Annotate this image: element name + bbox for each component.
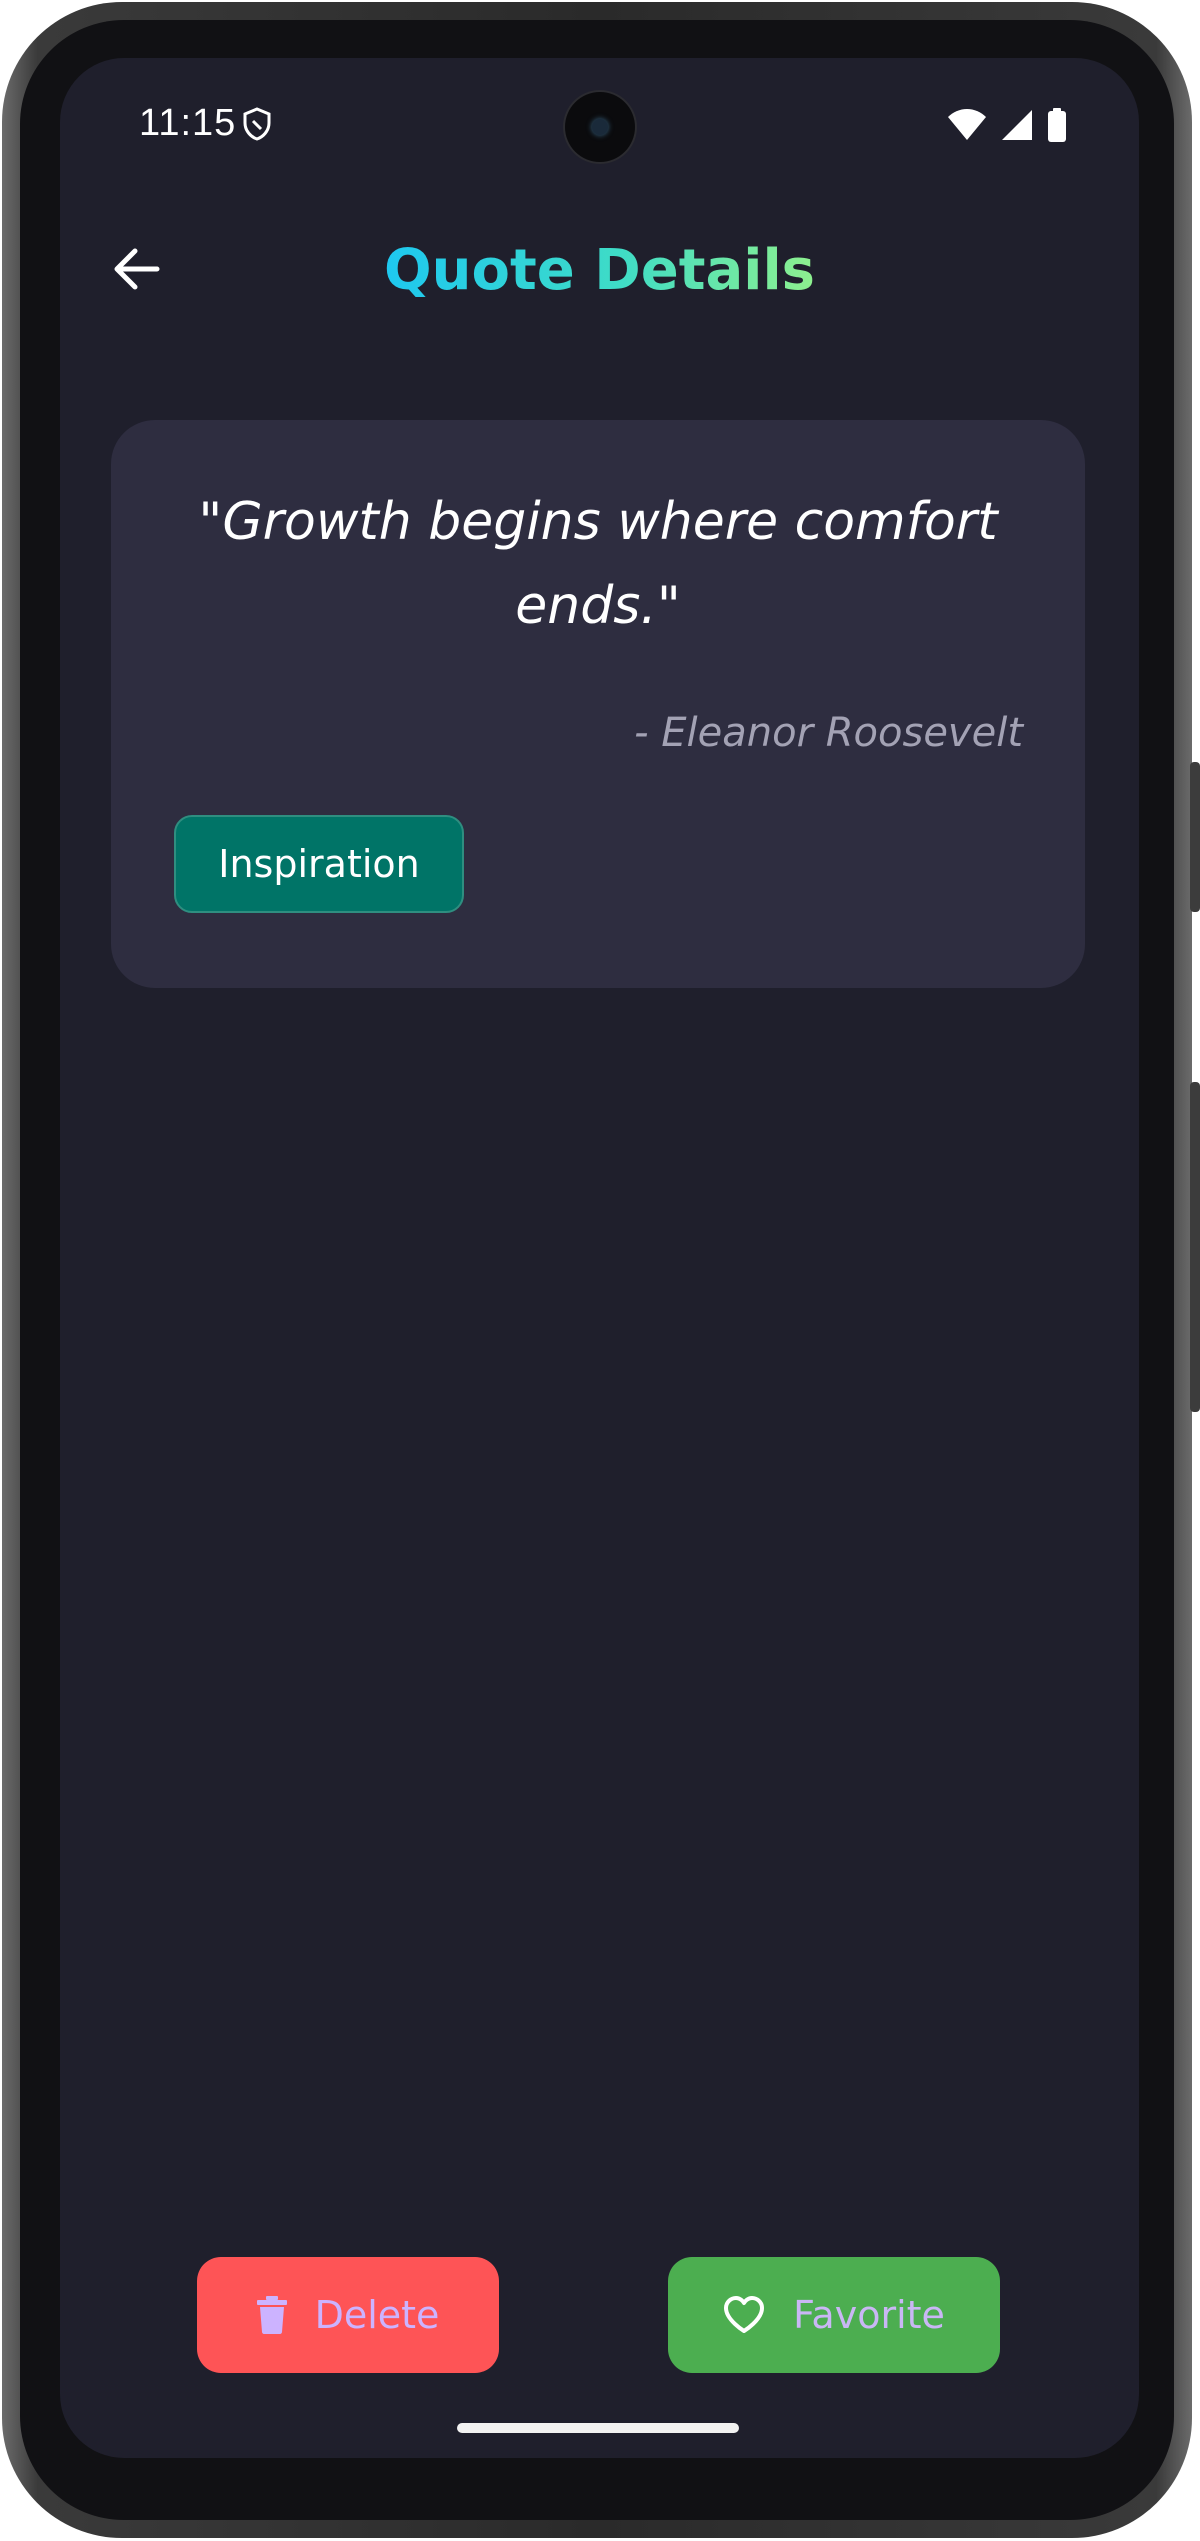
quote-author: - Eleanor Roosevelt xyxy=(634,710,1023,756)
favorite-button-label: Favorite xyxy=(793,2293,945,2337)
trash-icon xyxy=(256,2296,287,2334)
volume-button xyxy=(1190,1082,1200,1412)
cellular-signal-icon xyxy=(1002,110,1032,140)
favorite-button[interactable]: Favorite xyxy=(668,2257,1000,2373)
shield-icon xyxy=(243,107,271,141)
quote-card: "Growth begins where comfort ends." - El… xyxy=(111,420,1085,988)
home-indicator[interactable] xyxy=(457,2423,739,2433)
page-title: Quote Details xyxy=(60,236,1139,306)
delete-button-label: Delete xyxy=(314,2293,440,2337)
page-title-text: Quote Details xyxy=(384,238,815,303)
battery-icon xyxy=(1048,108,1066,142)
category-chip[interactable]: Inspiration xyxy=(174,815,464,913)
phone-device: 11:15 Quote Details "Growth begins where… xyxy=(0,0,1200,2541)
front-camera xyxy=(565,92,635,162)
delete-button[interactable]: Delete xyxy=(197,2257,499,2373)
app-screen: 11:15 Quote Details "Growth begins where… xyxy=(60,58,1139,2458)
wifi-icon xyxy=(948,109,986,140)
status-time: 11:15 xyxy=(139,102,237,144)
status-icons xyxy=(947,108,1067,142)
power-button xyxy=(1190,762,1200,912)
heart-outline-icon xyxy=(724,2296,765,2333)
quote-text: "Growth begins where comfort ends." xyxy=(198,492,998,636)
